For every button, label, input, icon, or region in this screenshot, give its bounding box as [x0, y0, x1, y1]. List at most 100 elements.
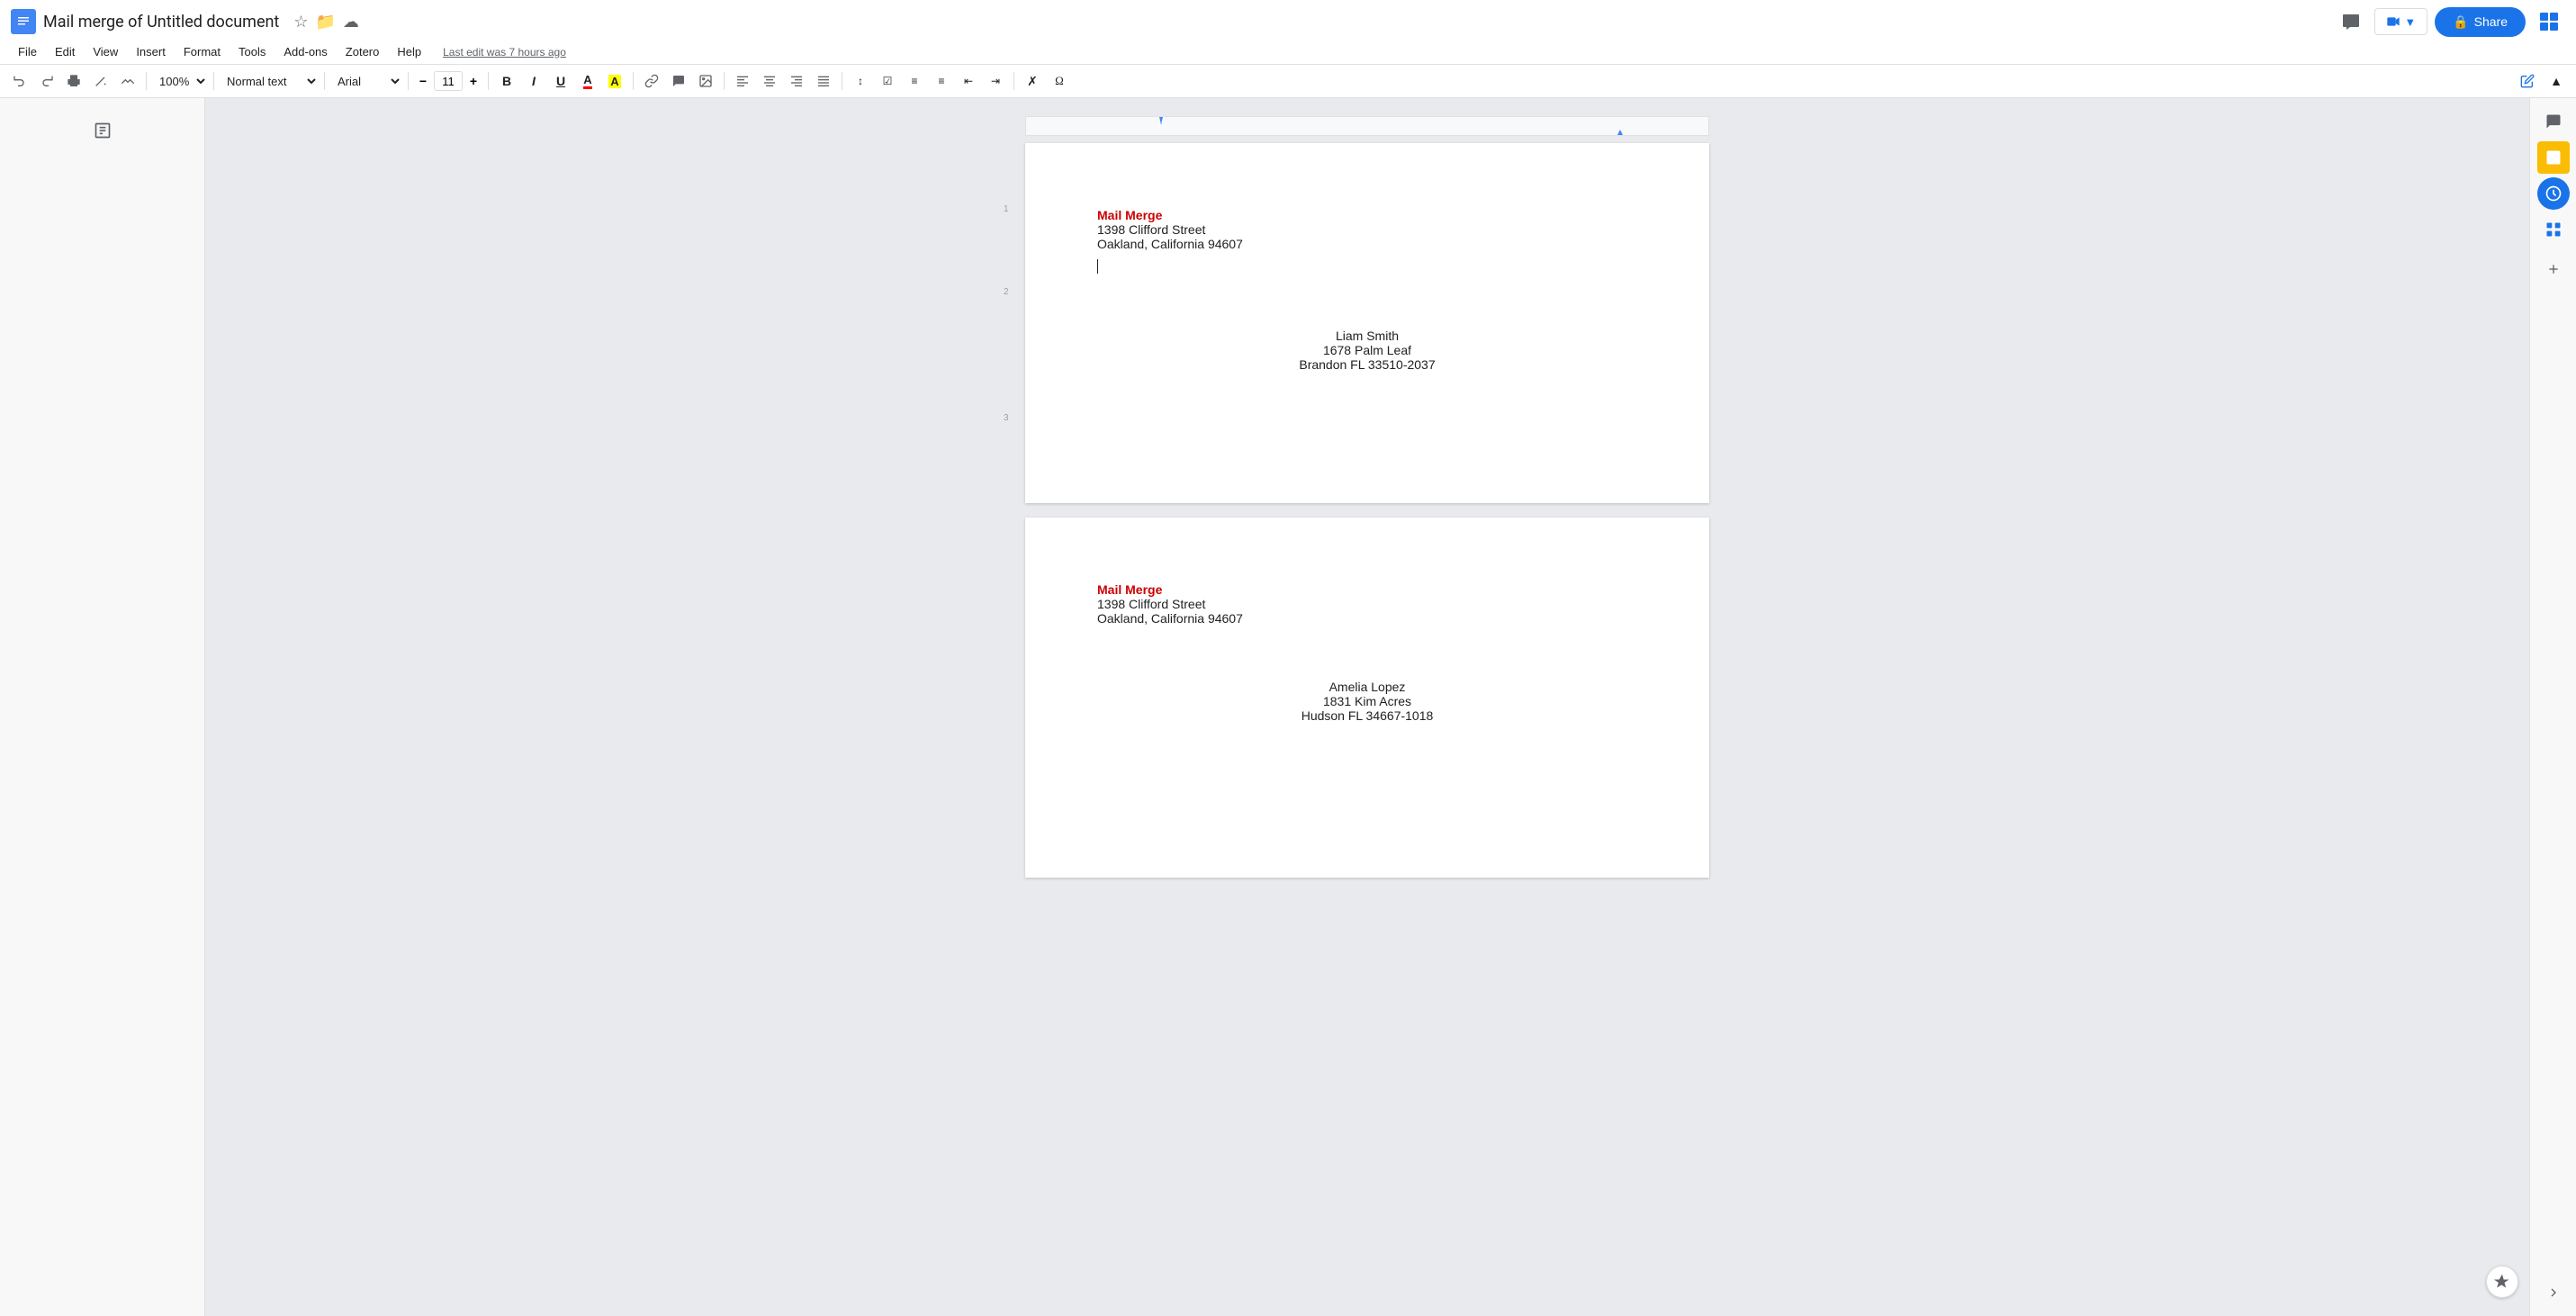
edit-mode-button[interactable]: [2515, 68, 2540, 94]
sender-address1-2: 1398 Clifford Street: [1097, 597, 1637, 611]
sender-address2-1: Oakland, California 94607: [1097, 237, 1637, 251]
sender-name-2: Mail Merge: [1097, 582, 1637, 597]
image-button[interactable]: [693, 68, 718, 94]
recipient-addr2-2: Hudson FL 34667-1018: [1097, 708, 1637, 723]
text-color-button[interactable]: A: [575, 68, 600, 94]
right-sidebar-docs-button[interactable]: [2537, 213, 2570, 246]
recipient-addr2-1: Brandon FL 33510-2037: [1097, 357, 1637, 372]
checklist-button[interactable]: ☑: [875, 68, 900, 94]
align-center-button[interactable]: [757, 68, 782, 94]
meet-label: ▼: [2404, 15, 2416, 29]
sender-address2-2: Oakland, California 94607: [1097, 611, 1637, 626]
align-right-button[interactable]: [784, 68, 809, 94]
top-bar: Mail merge of Untitled document ☆ 📁 ☁ ▼ …: [0, 0, 2576, 65]
doc-area[interactable]: 1 2 3 Mail Merge 1398 Clifford Street Oa…: [205, 98, 2529, 1316]
typing-mode-button[interactable]: Ω: [1047, 68, 1072, 94]
users-icon-button[interactable]: [2533, 5, 2565, 38]
share-button[interactable]: 🔒 Share: [2435, 7, 2526, 37]
menu-addons[interactable]: Add-ons: [276, 41, 334, 62]
menu-format[interactable]: Format: [176, 41, 228, 62]
title-row: Mail merge of Untitled document ☆ 📁 ☁ ▼ …: [11, 5, 2565, 38]
sep6: [633, 72, 634, 90]
right-sidebar-clock-button[interactable]: [2537, 177, 2570, 210]
comments-button[interactable]: [2335, 5, 2367, 38]
menu-view[interactable]: View: [86, 41, 125, 62]
bold-button[interactable]: B: [494, 68, 519, 94]
margin-num-3: 3: [1004, 413, 1009, 423]
sep2: [213, 72, 214, 90]
menu-edit[interactable]: Edit: [48, 41, 82, 62]
last-edit[interactable]: Last edit was 7 hours ago: [443, 46, 566, 59]
title-icons: ☆ 📁 ☁: [293, 13, 359, 32]
ruler: [1025, 116, 1709, 136]
highlight-button[interactable]: A: [602, 68, 627, 94]
font-size-inc-button[interactable]: +: [464, 72, 482, 90]
style-select[interactable]: Normal text: [220, 72, 319, 91]
doc-title: Mail merge of Untitled document: [43, 13, 279, 32]
share-label: Share: [2474, 14, 2508, 29]
menu-bar: File Edit View Insert Format Tools Add-o…: [11, 40, 2565, 64]
text-cursor-1: [1097, 259, 1098, 274]
menu-file[interactable]: File: [11, 41, 44, 62]
zoom-assist-button[interactable]: [2486, 1266, 2518, 1298]
indent-less-button[interactable]: ⇤: [956, 68, 981, 94]
bullet-list-button[interactable]: ≡: [902, 68, 927, 94]
undo-button[interactable]: [7, 68, 32, 94]
toolbar: 100% Normal text Arial − + B I U A A: [0, 65, 2576, 98]
ruler-svg: [1026, 117, 1708, 135]
collapse-toolbar-button[interactable]: ▲: [2544, 68, 2569, 94]
spell-button[interactable]: [88, 68, 113, 94]
sep5: [488, 72, 489, 90]
numbered-list-button[interactable]: ≡: [929, 68, 954, 94]
underline-button[interactable]: U: [548, 68, 573, 94]
font-size-control: − +: [414, 71, 482, 91]
clear-format-button[interactable]: ✗: [1020, 68, 1045, 94]
link-button[interactable]: [639, 68, 664, 94]
font-select[interactable]: Arial: [330, 72, 402, 91]
recipient-block-2: Amelia Lopez 1831 Kim Acres Hudson FL 34…: [1097, 680, 1637, 723]
right-sidebar-expand-button[interactable]: [2537, 253, 2570, 285]
sender-address1-1: 1398 Clifford Street: [1097, 222, 1637, 237]
main-area: 1 2 3 Mail Merge 1398 Clifford Street Oa…: [0, 98, 2576, 1316]
recipient-block-1: Liam Smith 1678 Palm Leaf Brandon FL 335…: [1097, 329, 1637, 372]
menu-zotero[interactable]: Zotero: [338, 41, 387, 62]
recipient-name-2: Amelia Lopez: [1097, 680, 1637, 694]
font-size-dec-button[interactable]: −: [414, 72, 432, 90]
font-size-input[interactable]: [434, 71, 463, 91]
recipient-addr1-2: 1831 Kim Acres: [1097, 694, 1637, 708]
sep1: [146, 72, 147, 90]
left-sidebar: [0, 98, 205, 1316]
right-sidebar-comments-button[interactable]: [2537, 105, 2570, 138]
page-1: 1 2 3 Mail Merge 1398 Clifford Street Oa…: [1025, 143, 1709, 503]
meet-button[interactable]: ▼: [2374, 8, 2427, 35]
right-sidebar: [2529, 98, 2576, 1316]
line-spacing-button[interactable]: ↕: [848, 68, 873, 94]
sender-block-1: Mail Merge 1398 Clifford Street Oakland,…: [1097, 208, 1637, 251]
zoom-select[interactable]: 100%: [152, 72, 208, 91]
right-sidebar-tasks-button[interactable]: [2537, 141, 2570, 174]
margin-num-1: 1: [1004, 204, 1009, 214]
sep7: [724, 72, 725, 90]
lock-icon: 🔒: [2453, 14, 2468, 30]
align-justify-button[interactable]: [811, 68, 836, 94]
italic-button[interactable]: I: [521, 68, 546, 94]
paint-button[interactable]: [115, 68, 140, 94]
outline-button[interactable]: [88, 116, 117, 145]
menu-tools[interactable]: Tools: [231, 41, 273, 62]
menu-help[interactable]: Help: [390, 41, 428, 62]
align-left-button[interactable]: [730, 68, 755, 94]
folder-icon[interactable]: 📁: [315, 13, 335, 32]
cursor-area-1[interactable]: [1097, 258, 1637, 275]
cloud-icon[interactable]: ☁: [343, 13, 359, 32]
margin-num-2: 2: [1004, 287, 1009, 297]
menu-insert[interactable]: Insert: [129, 41, 173, 62]
indent-more-button[interactable]: ⇥: [983, 68, 1008, 94]
sep3: [324, 72, 325, 90]
right-sidebar-arrow-button[interactable]: [2537, 1276, 2570, 1309]
sender-name-1: Mail Merge: [1097, 208, 1637, 222]
toolbar-right: ▲: [2515, 68, 2569, 94]
comment-inline-button[interactable]: [666, 68, 691, 94]
print-button[interactable]: [61, 68, 86, 94]
redo-button[interactable]: [34, 68, 59, 94]
star-icon[interactable]: ☆: [293, 13, 308, 32]
